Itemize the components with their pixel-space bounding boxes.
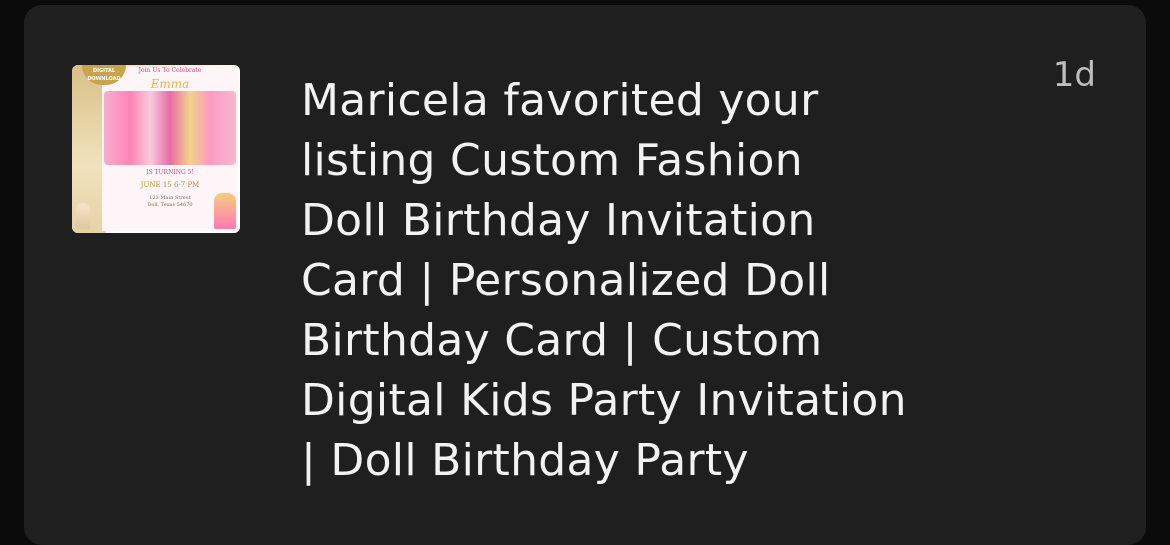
message-line: Card | Personalized Doll xyxy=(301,255,831,306)
invitation-join-text: Join Us To Celebrate xyxy=(138,67,202,74)
message-line: Doll Birthday Invitation xyxy=(301,195,816,246)
listing-thumbnail[interactable]: DIGITAL DOWNLOAD Join Us To Celebrate Em… xyxy=(72,65,240,233)
message-line: Maricela favorited your xyxy=(301,75,819,126)
message-line: listing Custom Fashion xyxy=(301,135,803,186)
invitation-turning: IS TURNING 5! xyxy=(146,169,194,176)
message-line: Birthday Card | Custom xyxy=(301,315,823,366)
notification-message[interactable]: Maricela favorited your listing Custom F… xyxy=(301,71,961,491)
invitation-name: Emma xyxy=(150,77,190,91)
message-line: Digital Kids Party Invitation xyxy=(301,375,907,426)
notification-timestamp: 1d xyxy=(1052,55,1096,95)
message-line: | Doll Birthday Party xyxy=(301,435,749,486)
invitation-date: JUNE 15 6-7 PM xyxy=(140,181,200,189)
dolls-illustration xyxy=(104,91,236,165)
doll-figure-left xyxy=(76,203,90,229)
doll-figure-right xyxy=(214,193,236,229)
notification-card[interactable]: DIGITAL DOWNLOAD Join Us To Celebrate Em… xyxy=(24,5,1146,545)
